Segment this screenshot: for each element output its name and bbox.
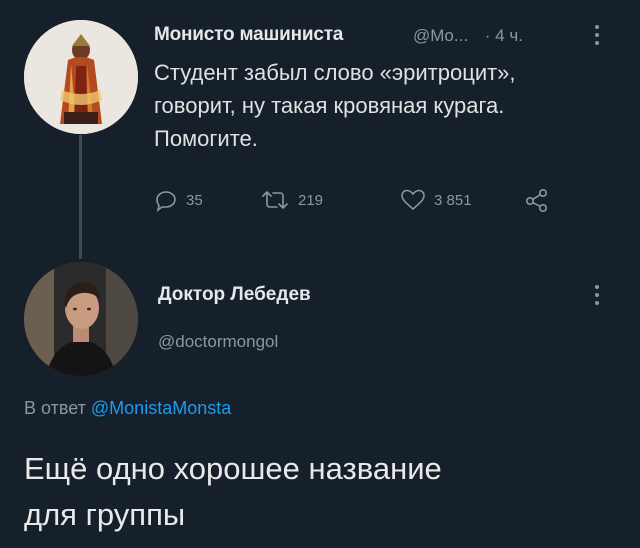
avatar-image: [24, 20, 138, 134]
reply-author-avatar[interactable]: [24, 262, 138, 376]
reply-mention-link[interactable]: @MonistaMonsta: [91, 398, 231, 418]
reply-text-line: Ещё одно хорошее название: [24, 451, 442, 486]
tweet-time[interactable]: · 4 ч.: [485, 26, 523, 45]
reply-text-line: для группы: [24, 497, 186, 532]
share-button[interactable]: [524, 182, 550, 218]
tweet-text-line: Помогите.: [154, 126, 258, 151]
reply-tweet-text: Ещё одно хорошее название для группы: [24, 446, 442, 538]
thread-line: [79, 135, 82, 259]
tweet-text: Студент забыл слово «эритроцит», говорит…: [154, 56, 614, 155]
tweet-text-line: Студент забыл слово «эритроцит»,: [154, 60, 516, 85]
avatar-image: [24, 262, 138, 376]
author-handle-time: @Mo... · 4 ч.: [413, 26, 523, 46]
reply-prefix: В ответ: [24, 398, 86, 418]
more-icon[interactable]: [592, 282, 602, 308]
reply-button[interactable]: 35: [154, 182, 203, 218]
reply-count: 35: [186, 191, 203, 209]
retweet-icon: [262, 191, 288, 209]
reply-icon: [156, 191, 176, 212]
reply-author-handle[interactable]: @doctormongol: [158, 332, 278, 352]
author-avatar[interactable]: [24, 20, 138, 134]
retweet-button[interactable]: 219: [260, 182, 323, 218]
author-handle[interactable]: @Mo...: [413, 26, 468, 45]
like-icon: [401, 189, 425, 211]
like-button[interactable]: 3 851: [400, 182, 472, 218]
author-name[interactable]: Монисто машиниста: [154, 24, 343, 46]
retweet-count: 219: [298, 191, 324, 209]
reply-author-name[interactable]: Доктор Лебедев: [158, 284, 311, 306]
share-icon: [525, 188, 548, 212]
reply-context: В ответ @MonistaMonsta: [24, 398, 231, 419]
more-icon[interactable]: [592, 22, 602, 48]
tweet-text-line: говорит, ну такая кровяная курага.: [154, 93, 505, 118]
like-count: 3 851: [434, 191, 472, 209]
tweet-actions: 35 219 3 851: [154, 182, 574, 218]
